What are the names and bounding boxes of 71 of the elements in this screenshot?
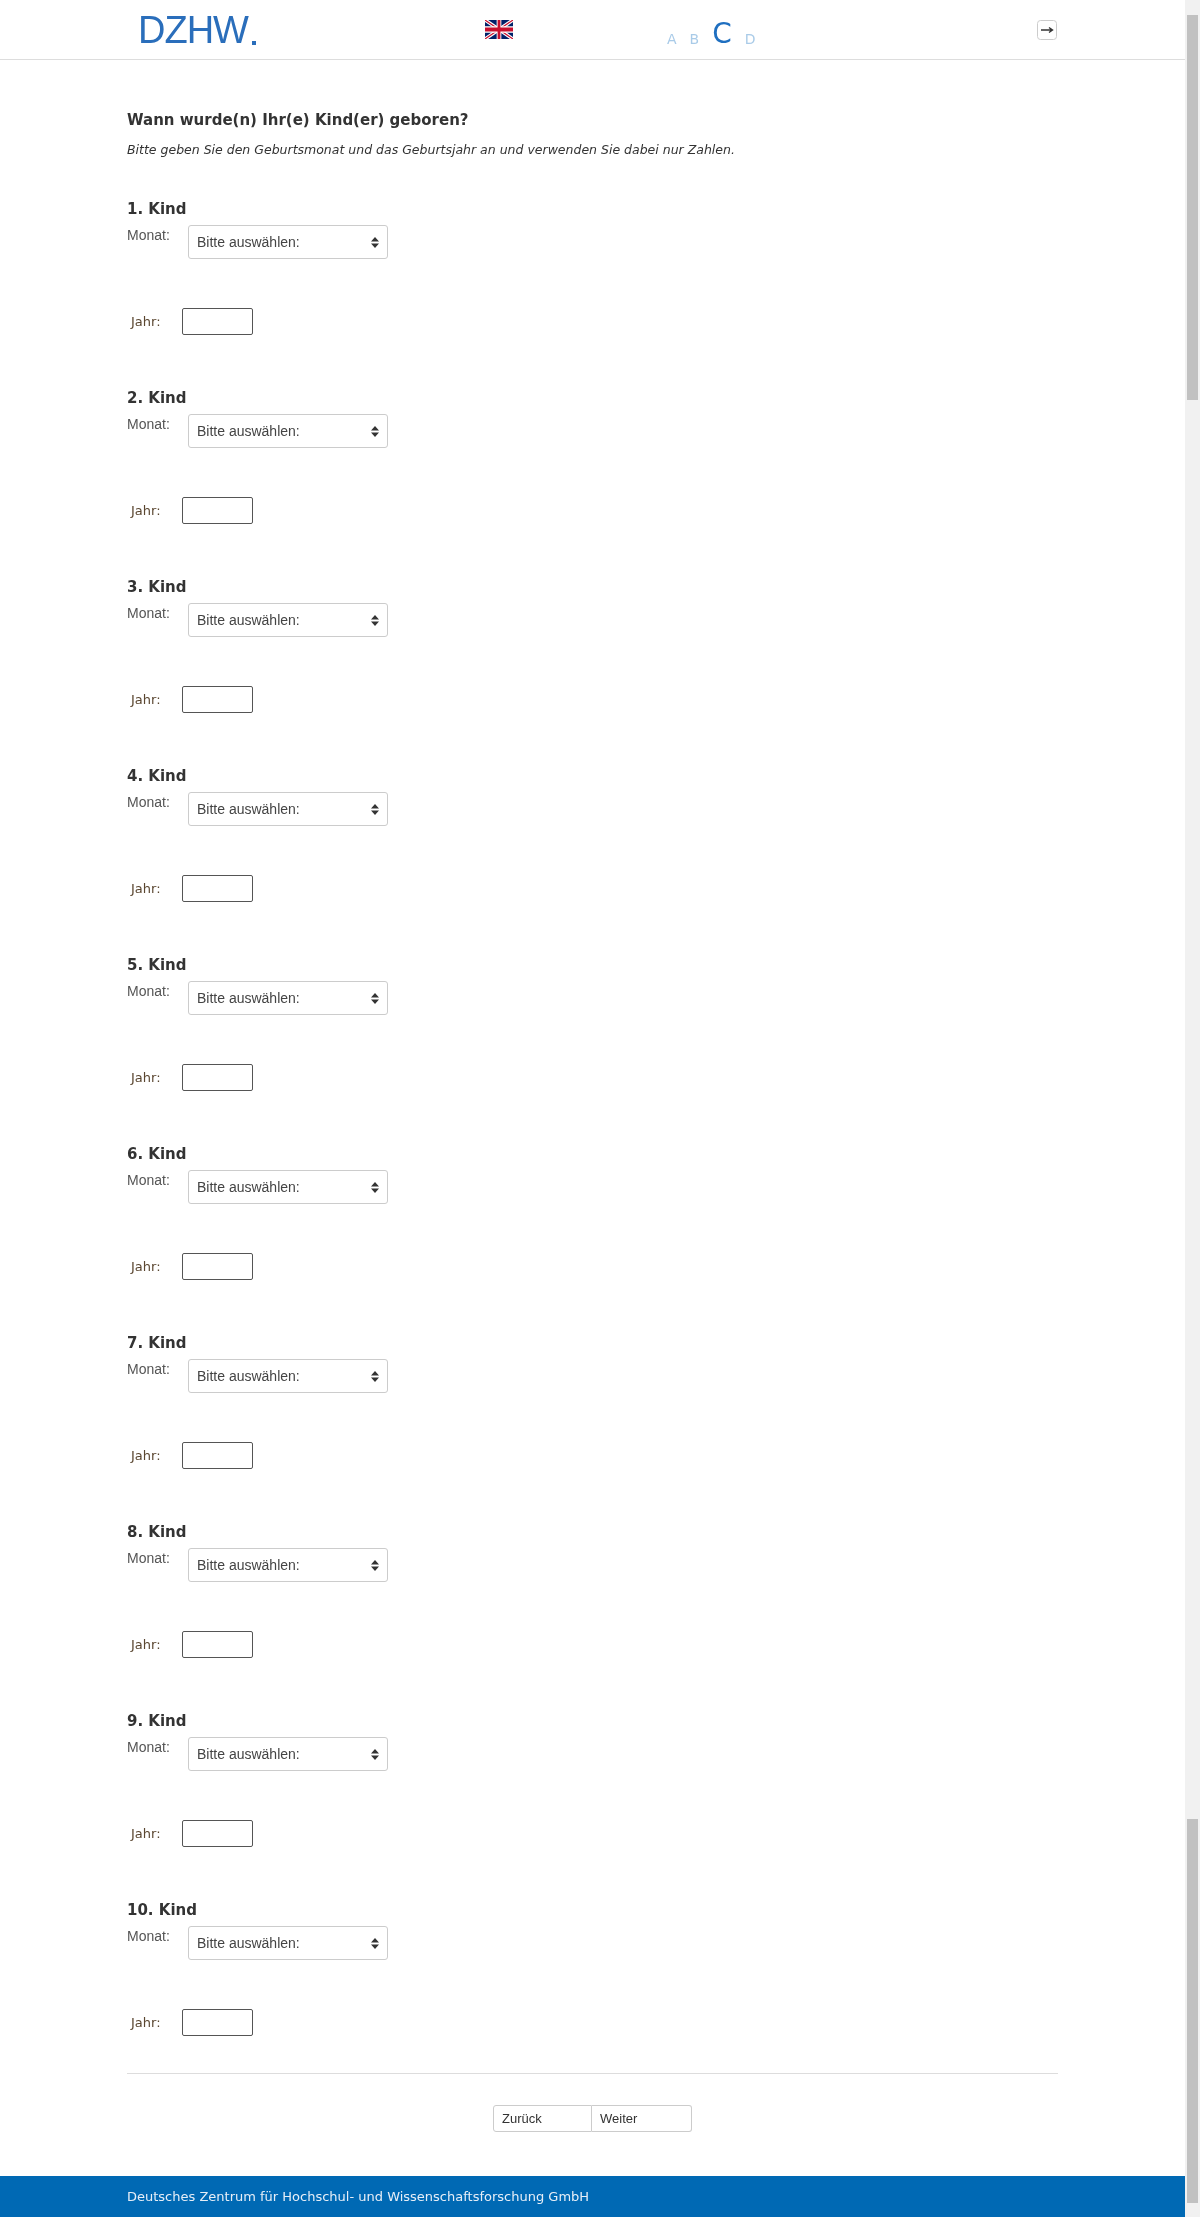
child-heading: 1. Kind	[127, 199, 187, 220]
step-link[interactable]: C	[712, 19, 732, 50]
year-input-field[interactable]	[182, 1064, 253, 1091]
year-input-field[interactable]	[182, 1253, 253, 1280]
instruction-text: Bitte geben Sie den Geburtsmonat und das Geburtsjahr an und verwenden Sie dabei nur Zahlen.	[127, 141, 736, 159]
month-select[interactable]: Bitte auswählen:	[188, 1548, 388, 1582]
month-select[interactable]: Bitte auswählen:	[188, 792, 388, 826]
next-button[interactable]: Weiter	[592, 2105, 692, 2132]
sort-caret-icon	[371, 803, 379, 815]
sort-caret-icon	[371, 1937, 379, 1949]
month-label: Monat:	[127, 1171, 171, 1190]
sort-caret-icon	[371, 992, 379, 1004]
sort-caret-icon	[371, 614, 379, 626]
year-input-field[interactable]	[182, 308, 253, 335]
year-label: Jahr:	[129, 2015, 162, 2030]
logo: DZHW	[138, 10, 256, 49]
year-label: Jahr:	[129, 314, 162, 329]
year-input-field[interactable]	[182, 686, 253, 713]
month-select[interactable]: Bitte auswählen:	[188, 981, 388, 1015]
month-label: Monat:	[127, 415, 171, 434]
month-label: Monat:	[127, 1927, 171, 1946]
month-label: Monat:	[127, 1549, 171, 1568]
child-heading: 4. Kind	[127, 766, 187, 787]
scrollbar-thumb[interactable]	[1187, 15, 1198, 400]
year-label: Jahr:	[129, 1637, 162, 1652]
year-input-field[interactable]	[182, 875, 253, 902]
month-select[interactable]: Bitte auswählen:	[188, 225, 388, 259]
back-button[interactable]: Zurück	[493, 2105, 592, 2132]
year-label: Jahr:	[129, 692, 162, 707]
month-select[interactable]: Bitte auswählen:	[188, 1926, 388, 1960]
footer-text: Deutsches Zentrum für Hochschul- und Wissenschaftsforschung GmbH	[127, 2189, 590, 2204]
month-select[interactable]: Bitte auswählen:	[188, 603, 388, 637]
sort-caret-icon	[371, 425, 379, 437]
scrollbar-thumb[interactable]	[1187, 1819, 1198, 2203]
month-label: Monat:	[127, 604, 171, 623]
child-heading: 3. Kind	[127, 577, 187, 598]
sort-caret-icon	[371, 1181, 379, 1193]
child-heading: 6. Kind	[127, 1144, 187, 1165]
exit-icon[interactable]	[1037, 19, 1057, 40]
sort-caret-icon	[371, 1370, 379, 1382]
month-select[interactable]: Bitte auswählen:	[188, 414, 388, 448]
child-heading: 10. Kind	[127, 1900, 197, 1921]
year-label: Jahr:	[129, 1070, 162, 1085]
question-title: Wann wurde(n) Ihr(e) Kind(er) geboren?	[127, 110, 470, 131]
month-label: Monat:	[127, 793, 171, 812]
month-select[interactable]: Bitte auswählen:	[188, 1737, 388, 1771]
year-input-field[interactable]	[182, 1631, 253, 1658]
year-input-field[interactable]	[182, 497, 253, 524]
year-input-field[interactable]	[182, 2009, 253, 2036]
month-label: Monat:	[127, 982, 171, 1001]
child-heading: 2. Kind	[127, 388, 187, 409]
year-input-field[interactable]	[182, 1442, 253, 1469]
month-label: Monat:	[127, 226, 171, 245]
year-label: Jahr:	[129, 881, 162, 896]
sort-caret-icon	[371, 1559, 379, 1571]
year-label: Jahr:	[129, 1259, 162, 1274]
year-label: Jahr:	[129, 1826, 162, 1841]
year-label: Jahr:	[129, 503, 162, 518]
sort-caret-icon	[371, 236, 379, 248]
child-heading: 5. Kind	[127, 955, 187, 976]
child-heading: 7. Kind	[127, 1333, 187, 1354]
month-select[interactable]: Bitte auswählen:	[188, 1170, 388, 1204]
child-heading: 8. Kind	[127, 1522, 187, 1543]
month-select[interactable]: Bitte auswählen:	[188, 1359, 388, 1393]
year-input-field[interactable]	[182, 1820, 253, 1847]
month-label: Monat:	[127, 1738, 171, 1757]
year-label: Jahr:	[129, 1448, 162, 1463]
flag-icon[interactable]	[484, 20, 513, 39]
child-heading: 9. Kind	[127, 1711, 187, 1732]
sort-caret-icon	[371, 1748, 379, 1760]
month-label: Monat:	[127, 1360, 171, 1379]
